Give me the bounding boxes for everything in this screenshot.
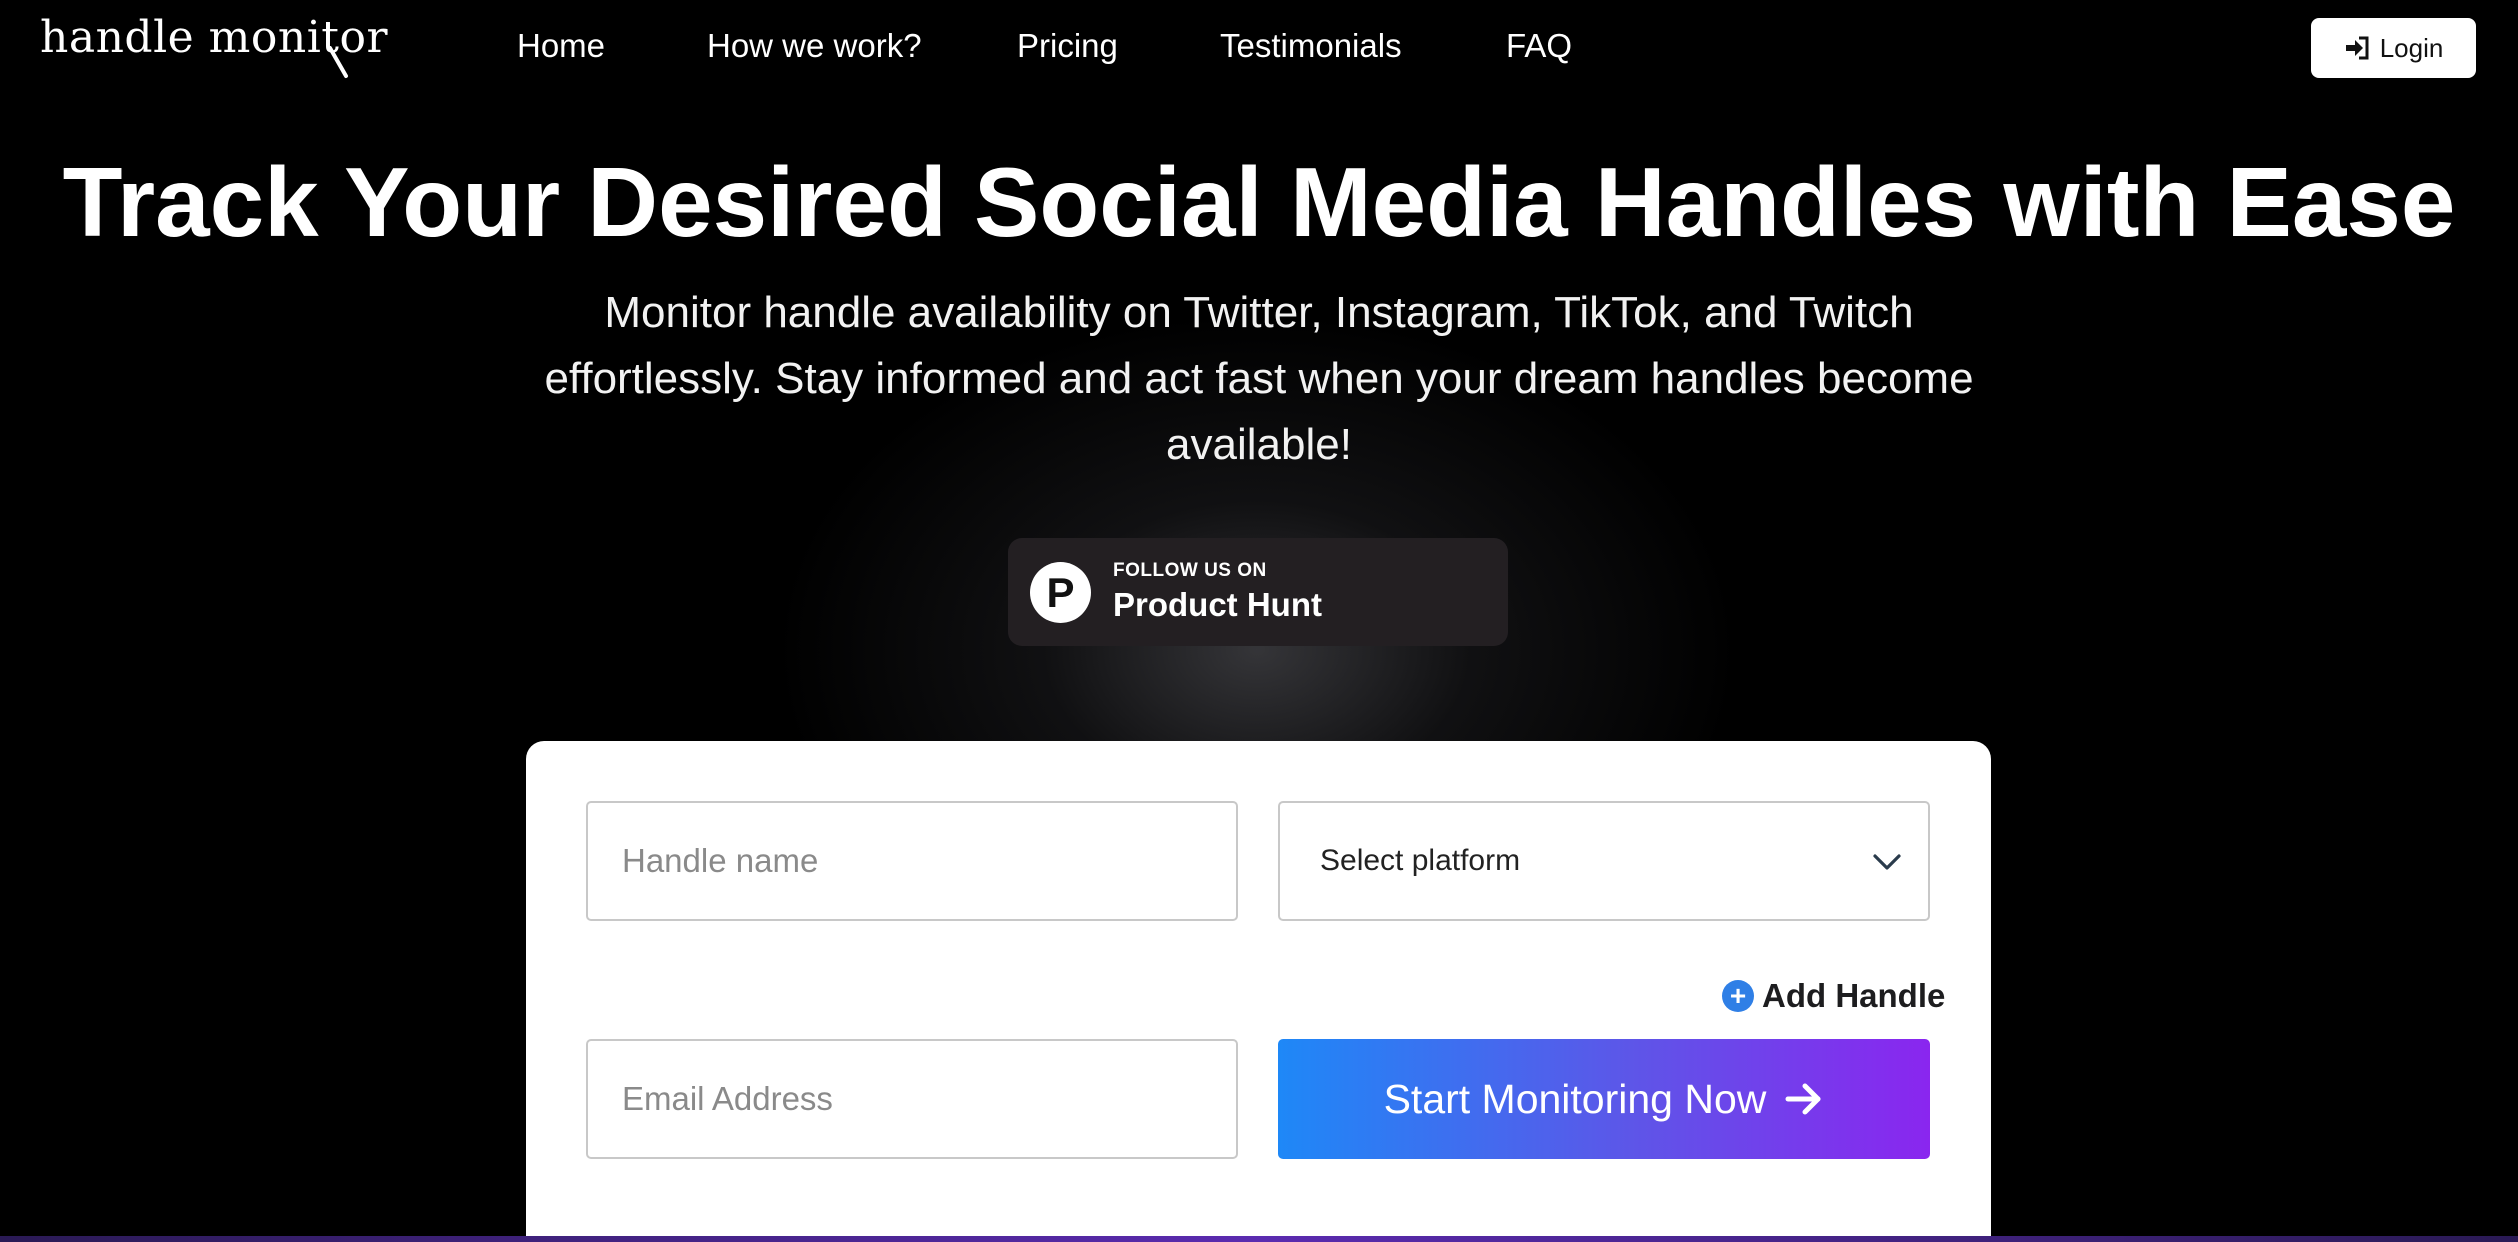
hero-subtitle: Monitor handle availability on Twitter, … xyxy=(544,288,1974,469)
arrow-right-icon xyxy=(1785,1083,1821,1115)
nav-link-faq[interactable]: FAQ xyxy=(1506,24,1572,68)
add-handle-button[interactable]: + Add Handle xyxy=(1722,976,1945,1016)
platform-select-value: Select platform xyxy=(1320,844,1521,877)
product-hunt-badge[interactable]: P FOLLOW US ON Product Hunt xyxy=(1008,538,1508,646)
email-field[interactable] xyxy=(586,1039,1238,1159)
nav-link-testimonials[interactable]: Testimonials xyxy=(1220,24,1402,68)
product-hunt-name: Product Hunt xyxy=(1113,586,1322,623)
platform-select[interactable]: Select platform xyxy=(1278,801,1930,921)
handle-name-input[interactable] xyxy=(586,801,1238,921)
nav-link-how-we-work[interactable]: How we work? xyxy=(707,24,922,68)
chevron-down-icon xyxy=(1873,854,1901,870)
login-label: Login xyxy=(2379,32,2444,63)
start-monitoring-button[interactable]: Start Monitoring Now xyxy=(1278,1039,1930,1159)
sign-in-icon xyxy=(2345,36,2369,60)
landing-page: handle monitor Home How we work? Pricing… xyxy=(0,0,2518,1242)
login-button[interactable]: Login xyxy=(2311,18,2476,78)
product-hunt-caption: FOLLOW US ON xyxy=(1113,560,1267,581)
plus-circle-icon: + xyxy=(1722,980,1754,1012)
product-hunt-icon: P xyxy=(1030,562,1091,623)
start-monitoring-label: Start Monitoring Now xyxy=(1383,1075,1767,1122)
magnifier-icon xyxy=(328,46,348,78)
nav-link-home[interactable]: Home xyxy=(517,24,605,68)
hero-title: Track Your Desired Social Media Handles … xyxy=(62,147,2456,257)
monitor-form-card: Select platform + Add Handle Start Monit… xyxy=(526,741,1991,1242)
add-handle-label: Add Handle xyxy=(1762,977,1946,1014)
nav-link-pricing[interactable]: Pricing xyxy=(1017,24,1118,68)
bottom-divider xyxy=(0,1236,2518,1242)
